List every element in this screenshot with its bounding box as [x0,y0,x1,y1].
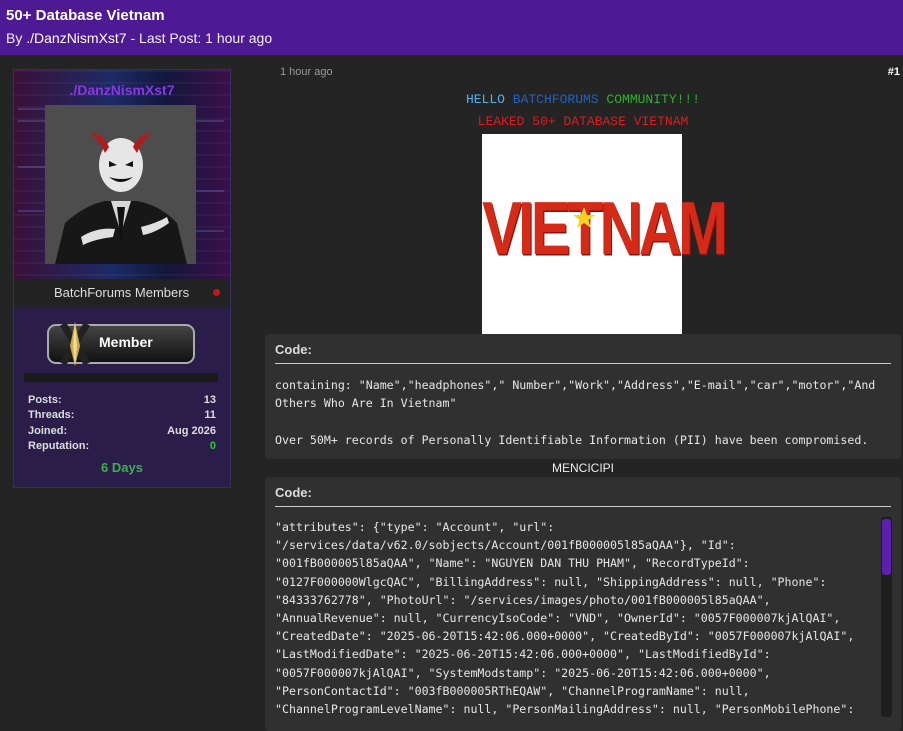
rank-emblem-icon [59,322,91,366]
code-header: Code: [275,485,312,500]
thread-header: 50+ Database Vietnam By ./DanzNismXst7 -… [0,0,903,55]
stat-label: Posts: [28,394,62,406]
stat-value[interactable]: 11 [204,409,216,421]
stat-joined: Joined: Aug 2026 [28,425,216,437]
code-content[interactable]: "attributes": {"type": "Account", "url":… [275,518,875,718]
stat-value[interactable]: 0 [210,440,216,452]
thread-byline: By ./DanzNismXst7 - Last Post: 1 hour ag… [6,29,897,47]
post-number-link[interactable]: #1 [888,66,900,78]
stat-reputation: Reputation: 0 [28,440,216,452]
stat-label: Joined: [28,425,68,437]
hello-line: HELLO BATCHFORUMS COMMUNITY!!! [265,92,901,107]
stat-posts: Posts: 13 [28,394,216,406]
code-divider [275,506,891,507]
stat-threads: Threads: 11 [28,409,216,421]
author-profile-card: ./DanzNismXst7 BatchForums Members Membe… [13,69,231,488]
leaked-line: LEAKED 50+ DATABASE VIETNAM [477,114,689,129]
offline-status-icon [213,289,220,296]
rank-badge: Member [47,322,195,366]
byline-prefix: By [6,30,23,46]
stat-value[interactable]: 13 [204,394,216,406]
last-post-text: - Last Post: 1 hour ago [126,30,273,46]
scrollbar-thumb[interactable] [882,519,891,575]
stat-label: Threads: [28,409,75,421]
rank-label: Member [99,334,153,350]
hello-word: BATCHFORUMS [512,92,599,107]
code-block-1: Code: containing: "Name","headphones"," … [265,334,901,459]
thread-title: 50+ Database Vietnam [6,7,165,24]
code-block-2: Code: "attributes": {"type": "Account", … [265,477,901,731]
stat-label: Reputation: [28,440,90,452]
hello-word: HELLO [465,92,505,107]
thread-author-link[interactable]: ./DanzNismXst7 [26,30,126,46]
star-icon [573,207,595,228]
code-scrollbar[interactable] [881,517,892,717]
profile-usergroup: BatchForums Members [14,279,230,307]
code-content[interactable]: containing: "Name","headphones"," Number… [275,376,887,449]
hello-word: COMMUNITY!!! [606,92,701,107]
post-timestamp: 1 hour ago [280,66,333,78]
devil-suit-avatar-icon [45,105,196,264]
profile-avatar[interactable] [45,105,196,264]
reputation-bar [24,373,218,382]
member-days: 6 Days [101,460,143,475]
usergroup-label: BatchForums Members [54,285,190,300]
code-header: Code: [275,342,312,357]
stat-value: Aug 2026 [167,425,216,437]
vietnam-image[interactable]: VIETNAM [482,134,728,334]
code-divider [275,363,891,364]
mid-text: MENCICIPI [551,461,614,475]
profile-username[interactable]: ./DanzNismXst7 [14,82,230,98]
